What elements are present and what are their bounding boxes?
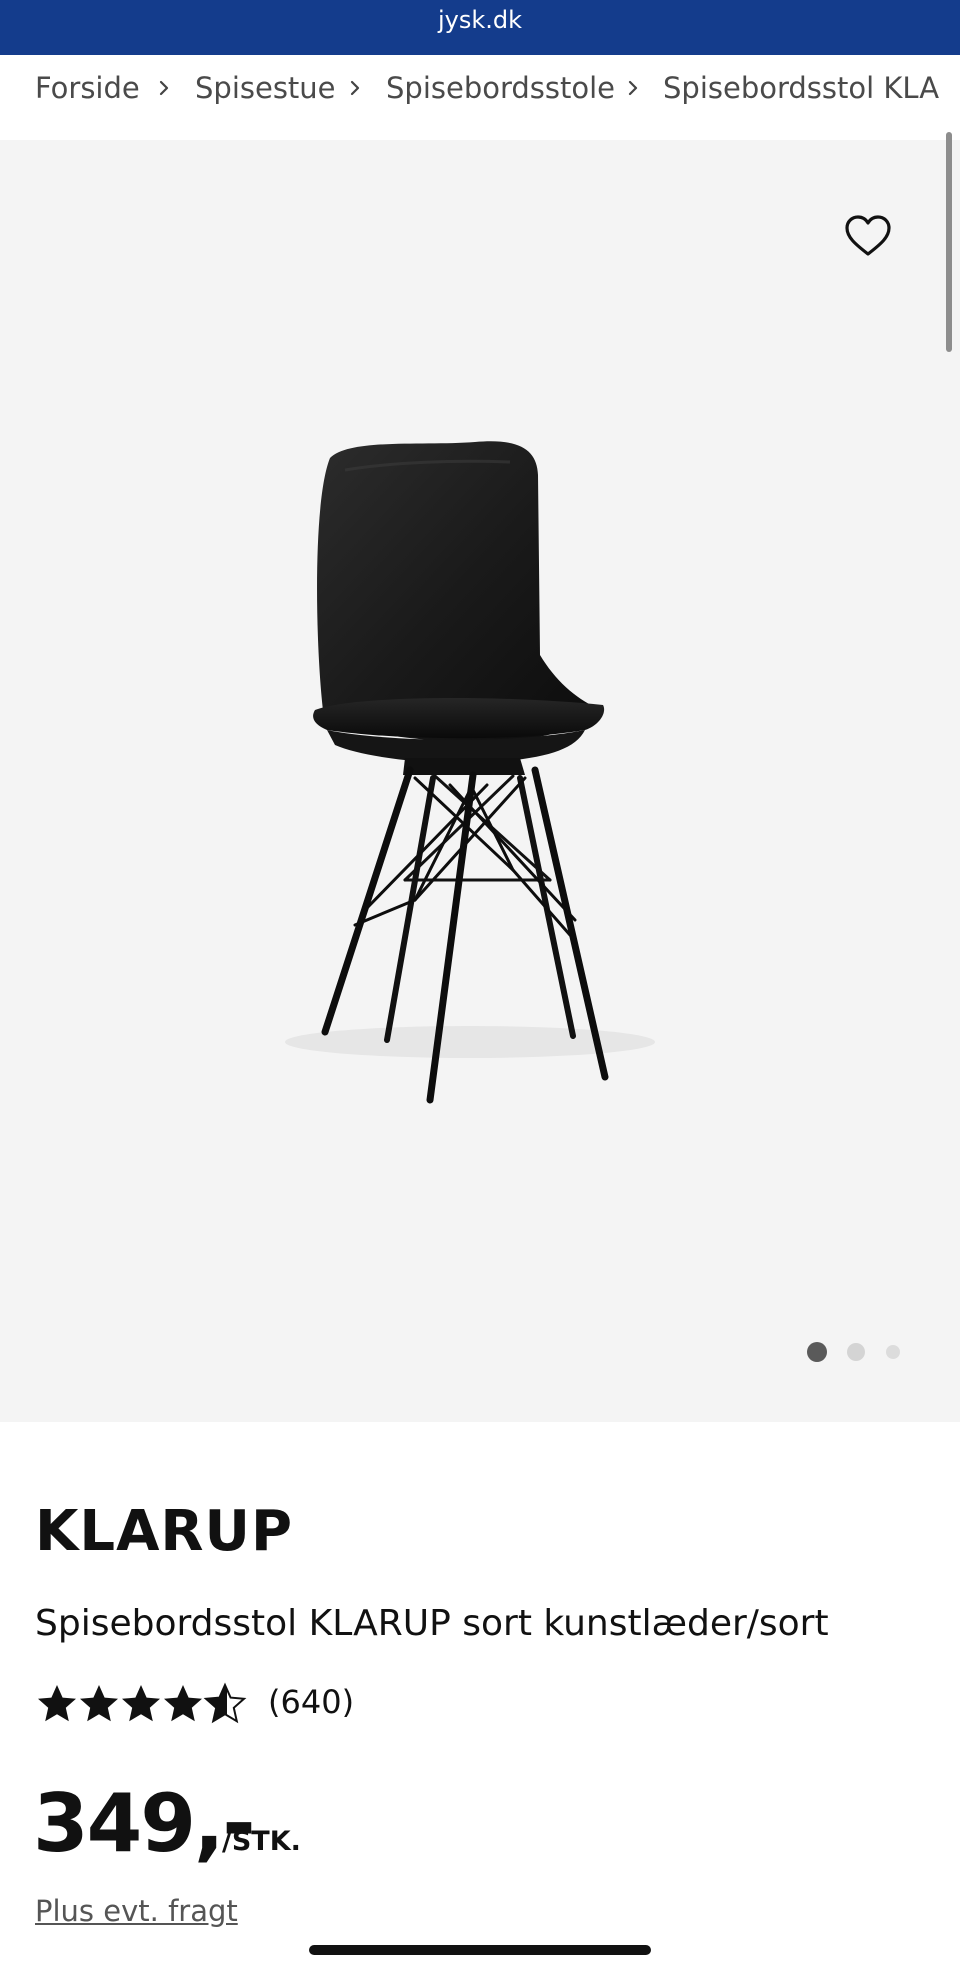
shipping-link[interactable]: Plus evt. fragt: [35, 1891, 238, 1931]
star-icon: [122, 1685, 160, 1722]
carousel-dot-3[interactable]: [886, 1345, 900, 1359]
price-unit: /STK.: [222, 1826, 301, 1857]
breadcrumb-item-forside[interactable]: Forside: [35, 55, 140, 121]
star-icon: [164, 1685, 202, 1722]
breadcrumb-item-spisebordsstole[interactable]: Spisebordsstole: [386, 55, 615, 121]
product-price: 349,-: [33, 1777, 256, 1870]
chevron-right-icon: [159, 80, 169, 96]
url-text: jysk.dk: [437, 6, 523, 34]
url-bar[interactable]: jysk.dk: [0, 0, 960, 55]
scrollbar[interactable]: [946, 132, 952, 352]
star-icon: [38, 1685, 76, 1722]
home-indicator[interactable]: [309, 1945, 651, 1955]
review-count[interactable]: (640): [268, 1680, 354, 1724]
chevron-right-icon: [628, 80, 638, 96]
product-description: Spisebordsstol KLARUP sort kunstlæder/so…: [35, 1603, 829, 1644]
star-icon: [80, 1685, 118, 1722]
carousel-dot-2[interactable]: [847, 1343, 865, 1361]
product-image: [285, 441, 655, 1104]
breadcrumb: Forside Spisestue Spisebordsstole Spiseb…: [0, 55, 960, 140]
chevron-right-icon: [350, 80, 360, 96]
product-title: KLARUP: [35, 1499, 294, 1564]
breadcrumb-item-spisestue[interactable]: Spisestue: [195, 55, 336, 121]
half-star-icon: [203, 1682, 247, 1724]
heart-icon[interactable]: [843, 212, 893, 262]
carousel-dot-1[interactable]: [807, 1342, 827, 1362]
breadcrumb-item-current[interactable]: Spisebordsstol KLA: [663, 55, 939, 121]
